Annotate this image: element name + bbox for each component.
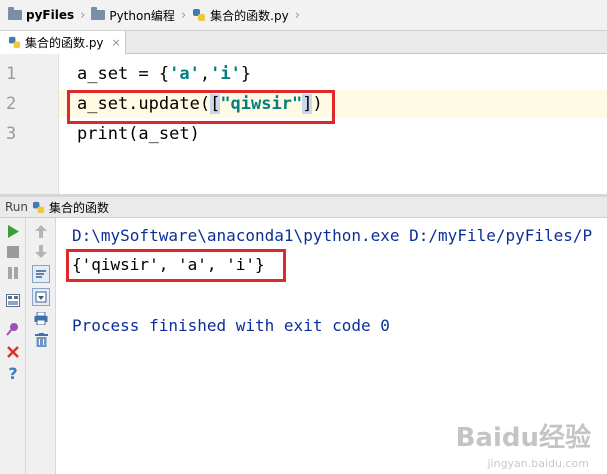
help-icon[interactable]: ? — [5, 364, 21, 383]
annotation-highlight-box — [66, 249, 286, 282]
python-file-icon — [8, 36, 21, 49]
breadcrumb-item-file[interactable]: 集合的函数.py — [192, 0, 289, 31]
breadcrumb-item-python[interactable]: Python编程 — [91, 0, 175, 31]
run-panel-header: Run 集合的函数 — [0, 197, 607, 218]
close-icon[interactable] — [5, 344, 21, 360]
chevron-right-icon: › — [80, 7, 86, 23]
trash-icon[interactable] — [33, 332, 49, 348]
arrow-up-icon[interactable] — [33, 223, 49, 239]
pause-icon[interactable] — [5, 265, 21, 281]
print-icon[interactable] — [33, 310, 49, 326]
line-number: 1 — [6, 64, 17, 84]
breadcrumb: pyFiles › Python编程 › 集合的函数.py › — [0, 0, 607, 31]
console-toolbar — [26, 218, 56, 474]
close-icon[interactable]: × — [112, 36, 121, 49]
run-toolbar: ? — [0, 218, 26, 474]
baidu-watermark-url: jingyan.baidu.com — [487, 457, 589, 470]
arrow-down-icon[interactable] — [33, 243, 49, 259]
code-line[interactable]: a_set = {'a','i'} — [77, 64, 251, 84]
line-number: 2 — [6, 94, 17, 114]
breadcrumb-item-pyfiles[interactable]: pyFiles — [8, 0, 74, 31]
run-config-name[interactable]: 集合的函数 — [49, 199, 109, 216]
baidu-watermark-logo: Baidu经验 — [455, 423, 591, 453]
line-number: 3 — [6, 124, 17, 144]
run-label: Run — [5, 200, 29, 214]
scroll-to-end-icon[interactable] — [32, 288, 50, 306]
console-line-command: D:\mySoftware\anaconda1\python.exe D:/my… — [72, 226, 593, 245]
pin-icon[interactable] — [5, 321, 21, 337]
chevron-right-icon: › — [294, 7, 300, 23]
chevron-right-icon: › — [180, 7, 187, 23]
code-line[interactable]: print(a_set) — [77, 124, 200, 144]
folder-icon — [91, 7, 106, 20]
annotation-highlight-box — [67, 90, 335, 124]
code-editor[interactable]: 1 2 3 a_set = {'a','i'} a_set.update(["q… — [0, 54, 607, 194]
editor-tab-bar: 集合的函数.py × — [0, 31, 607, 54]
stop-icon[interactable] — [5, 244, 21, 260]
soft-wrap-icon[interactable] — [32, 265, 50, 283]
layout-icon[interactable] — [5, 292, 21, 308]
tab-file[interactable]: 集合的函数.py × — [0, 31, 126, 54]
python-file-icon — [32, 201, 45, 213]
folder-icon — [8, 7, 22, 20]
python-file-icon — [193, 9, 206, 21]
rerun-icon[interactable] — [5, 223, 21, 239]
console-line-exit: Process finished with exit code 0 — [72, 316, 390, 335]
